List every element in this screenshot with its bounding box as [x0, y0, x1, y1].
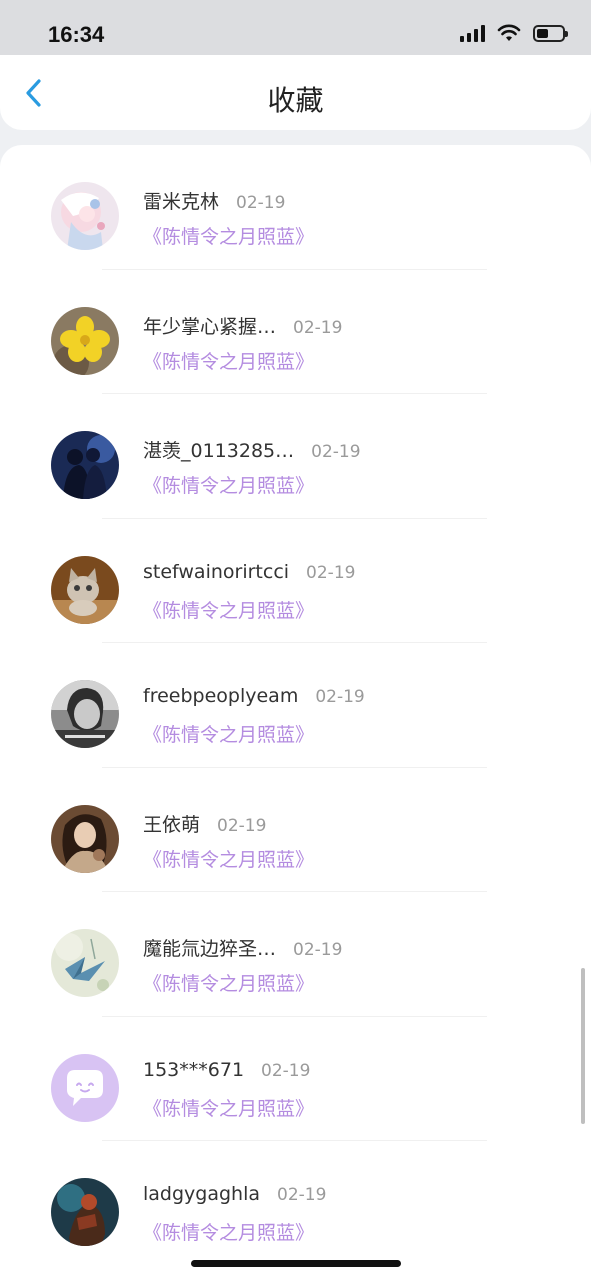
favorite-date: 02-19 [293, 317, 343, 338]
work-title[interactable]: 《陈情令之月照蓝》 [143, 347, 314, 374]
user-name[interactable]: 153***671 [143, 1059, 244, 1081]
chat-bubble-icon [51, 1053, 119, 1122]
avatar[interactable] [51, 182, 119, 250]
user-name[interactable]: 雷米克林 [143, 187, 219, 214]
list-item[interactable]: ladgygaghla 02-19 《陈情令之月照蓝》 [0, 1141, 591, 1266]
list-item[interactable]: 雷米克林 02-19 《陈情令之月照蓝》 [0, 145, 591, 270]
status-bar: 16:34 [0, 0, 591, 55]
user-name[interactable]: 魔能氚边猝圣… [143, 934, 276, 961]
favorite-date: 02-19 [236, 193, 286, 213]
avatar[interactable] [51, 680, 119, 748]
name-line: 魔能氚边猝圣… 02-19 [143, 934, 342, 961]
status-icons [460, 24, 568, 42]
favorite-date: 02-19 [315, 687, 365, 707]
favorite-date: 02-19 [293, 940, 343, 960]
list-item[interactable]: 湛羡_0113285… 02-19 《陈情令之月照蓝》 [0, 394, 591, 519]
user-name[interactable]: ladgygaghla [143, 1183, 260, 1205]
avatar[interactable] [51, 1178, 119, 1246]
favorite-date: 02-19 [217, 815, 267, 836]
scrollbar[interactable] [581, 968, 585, 1124]
work-title[interactable]: 《陈情令之月照蓝》 [143, 720, 314, 747]
work-title[interactable]: 《陈情令之月照蓝》 [143, 1094, 314, 1121]
avatar[interactable] [51, 929, 119, 997]
name-line: 湛羡_0113285… 02-19 [143, 436, 361, 463]
user-name[interactable]: freebpeoplyeam [143, 685, 298, 707]
name-line: 153***671 02-19 [143, 1059, 310, 1081]
name-line: 王依萌 02-19 [143, 810, 266, 837]
battery-icon [533, 24, 568, 42]
user-name[interactable]: 湛羡_0113285… [143, 436, 294, 463]
avatar[interactable] [51, 306, 119, 375]
wifi-icon [497, 24, 521, 41]
favorite-date: 02-19 [261, 1060, 311, 1081]
favorite-date: 02-19 [311, 442, 361, 462]
name-line: freebpeoplyeam 02-19 [143, 685, 365, 707]
user-name[interactable]: 年少掌心紧握… [143, 312, 276, 339]
user-name[interactable]: 王依萌 [143, 810, 200, 837]
work-title[interactable]: 《陈情令之月照蓝》 [143, 596, 314, 623]
list-item[interactable]: 王依萌 02-19 《陈情令之月照蓝》 [0, 768, 591, 892]
status-time: 16:34 [48, 22, 105, 47]
list-item[interactable]: stefwainorirtcci 02-19 《陈情令之月照蓝》 [0, 519, 591, 643]
work-title[interactable]: 《陈情令之月照蓝》 [143, 222, 314, 249]
home-indicator[interactable] [191, 1260, 401, 1267]
name-line: 年少掌心紧握… 02-19 [143, 312, 342, 339]
name-line: ladgygaghla 02-19 [143, 1183, 326, 1205]
list-item[interactable]: 魔能氚边猝圣… 02-19 《陈情令之月照蓝》 [0, 892, 591, 1017]
avatar[interactable] [51, 431, 119, 499]
favorite-date: 02-19 [277, 1185, 327, 1205]
work-title[interactable]: 《陈情令之月照蓝》 [143, 471, 314, 498]
favorites-card: 雷米克林 02-19 《陈情令之月照蓝》 年少掌心紧握… 02-19 《陈情令之… [0, 145, 591, 1280]
list-item[interactable]: 153***671 02-19 《陈情令之月照蓝》 [0, 1017, 591, 1141]
avatar[interactable] [51, 555, 119, 624]
name-line: 雷米克林 02-19 [143, 187, 285, 214]
work-title[interactable]: 《陈情令之月照蓝》 [143, 969, 314, 996]
avatar[interactable] [51, 804, 119, 873]
cellular-signal-icon [460, 24, 485, 42]
list-item[interactable]: 年少掌心紧握… 02-19 《陈情令之月照蓝》 [0, 270, 591, 394]
work-title[interactable]: 《陈情令之月照蓝》 [143, 845, 314, 872]
name-line: stefwainorirtcci 02-19 [143, 561, 355, 583]
user-name[interactable]: stefwainorirtcci [143, 561, 289, 583]
page-title: 收藏 [267, 84, 324, 117]
favorites-list: 雷米克林 02-19 《陈情令之月照蓝》 年少掌心紧握… 02-19 《陈情令之… [0, 145, 591, 1266]
favorite-date: 02-19 [306, 562, 356, 583]
nav-bar: 收藏 [0, 55, 591, 130]
avatar[interactable] [51, 1053, 119, 1122]
work-title[interactable]: 《陈情令之月照蓝》 [143, 1218, 314, 1245]
list-item[interactable]: freebpeoplyeam 02-19 《陈情令之月照蓝》 [0, 643, 591, 768]
